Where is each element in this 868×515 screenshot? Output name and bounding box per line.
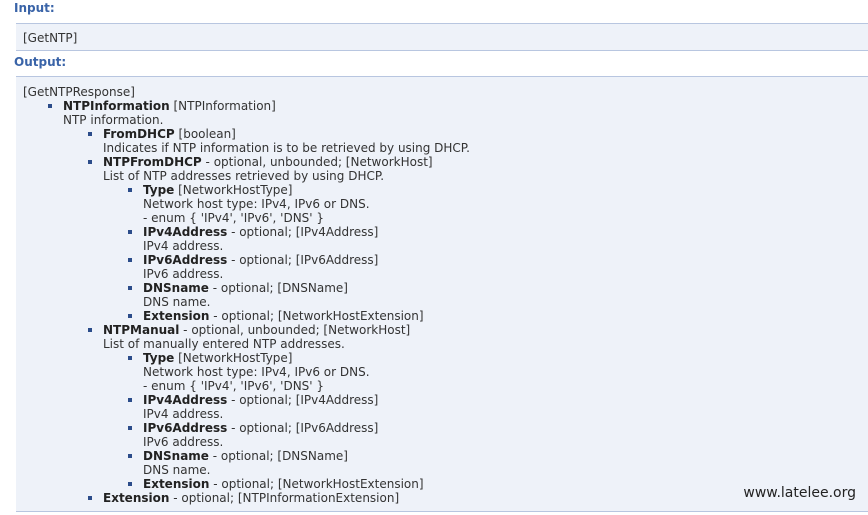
bullet-icon xyxy=(88,496,92,500)
item-desc: List of manually entered NTP addresses. xyxy=(103,337,345,351)
item-desc: IPv6 address. xyxy=(143,435,224,449)
item-desc: NTP information. xyxy=(63,113,164,127)
watermark-text: www.latelee.org xyxy=(743,485,856,501)
item-ipv4address: IPv4Address - optional; [IPv4Address] xyxy=(143,393,379,407)
item-enum: - enum { 'IPv4', 'IPv6', 'DNS' } xyxy=(143,211,325,225)
item-desc: DNS name. xyxy=(143,463,211,477)
item-desc: Network host type: IPv4, IPv6 or DNS. xyxy=(143,197,370,211)
item-ipv6address: IPv6Address - optional; [IPv6Address] xyxy=(143,421,379,435)
item-desc: IPv4 address. xyxy=(143,239,224,253)
item-ntpinformation: NTPInformation [NTPInformation] xyxy=(63,99,276,113)
item-desc: DNS name. xyxy=(143,295,211,309)
item-enum: - enum { 'IPv4', 'IPv6', 'DNS' } xyxy=(143,379,325,393)
bullet-icon xyxy=(88,160,92,164)
bullet-icon xyxy=(128,258,132,262)
item-desc: IPv6 address. xyxy=(143,267,224,281)
item-type: Type [NetworkHostType] xyxy=(143,351,293,365)
bullet-icon xyxy=(88,132,92,136)
item-ipv4address: IPv4Address - optional; [IPv4Address] xyxy=(143,225,379,239)
response-name: [GetNTPResponse] xyxy=(23,85,135,99)
item-extension: Extension - optional; [NetworkHostExtens… xyxy=(143,477,424,491)
output-label: Output: xyxy=(14,55,67,69)
item-type: Type [NetworkHostType] xyxy=(143,183,293,197)
input-label: Input: xyxy=(14,1,55,15)
item-ipv6address: IPv6Address - optional; [IPv6Address] xyxy=(143,253,379,267)
item-dnsname: DNSname - optional; [DNSName] xyxy=(143,281,348,295)
item-desc: Network host type: IPv4, IPv6 or DNS. xyxy=(143,365,370,379)
item-fromdhcp: FromDHCP [boolean] xyxy=(103,127,236,141)
item-extension: Extension - optional; [NTPInformationExt… xyxy=(103,491,400,505)
bullet-icon xyxy=(128,426,132,430)
input-text: [GetNTP] xyxy=(23,31,78,45)
bullet-icon xyxy=(128,398,132,402)
bullet-icon xyxy=(128,286,132,290)
item-desc: List of NTP addresses retrieved by using… xyxy=(103,169,385,183)
item-desc: Indicates if NTP information is to be re… xyxy=(103,141,470,155)
item-ntpmanual: NTPManual - optional, unbounded; [Networ… xyxy=(103,323,411,337)
bullet-icon xyxy=(128,314,132,318)
item-dnsname: DNSname - optional; [DNSName] xyxy=(143,449,348,463)
bullet-icon xyxy=(128,230,132,234)
item-desc: IPv4 address. xyxy=(143,407,224,421)
output-box: [GetNTPResponse] NTPInformation [NTPInfo… xyxy=(16,76,868,512)
bullet-icon xyxy=(128,482,132,486)
bullet-icon xyxy=(128,454,132,458)
bullet-icon xyxy=(88,328,92,332)
item-extension: Extension - optional; [NetworkHostExtens… xyxy=(143,309,424,323)
bullet-icon xyxy=(128,356,132,360)
bullet-icon xyxy=(48,104,52,108)
input-box: [GetNTP] xyxy=(16,23,868,51)
item-ntpfromdhcp: NTPFromDHCP - optional, unbounded; [Netw… xyxy=(103,155,433,169)
bullet-icon xyxy=(128,188,132,192)
